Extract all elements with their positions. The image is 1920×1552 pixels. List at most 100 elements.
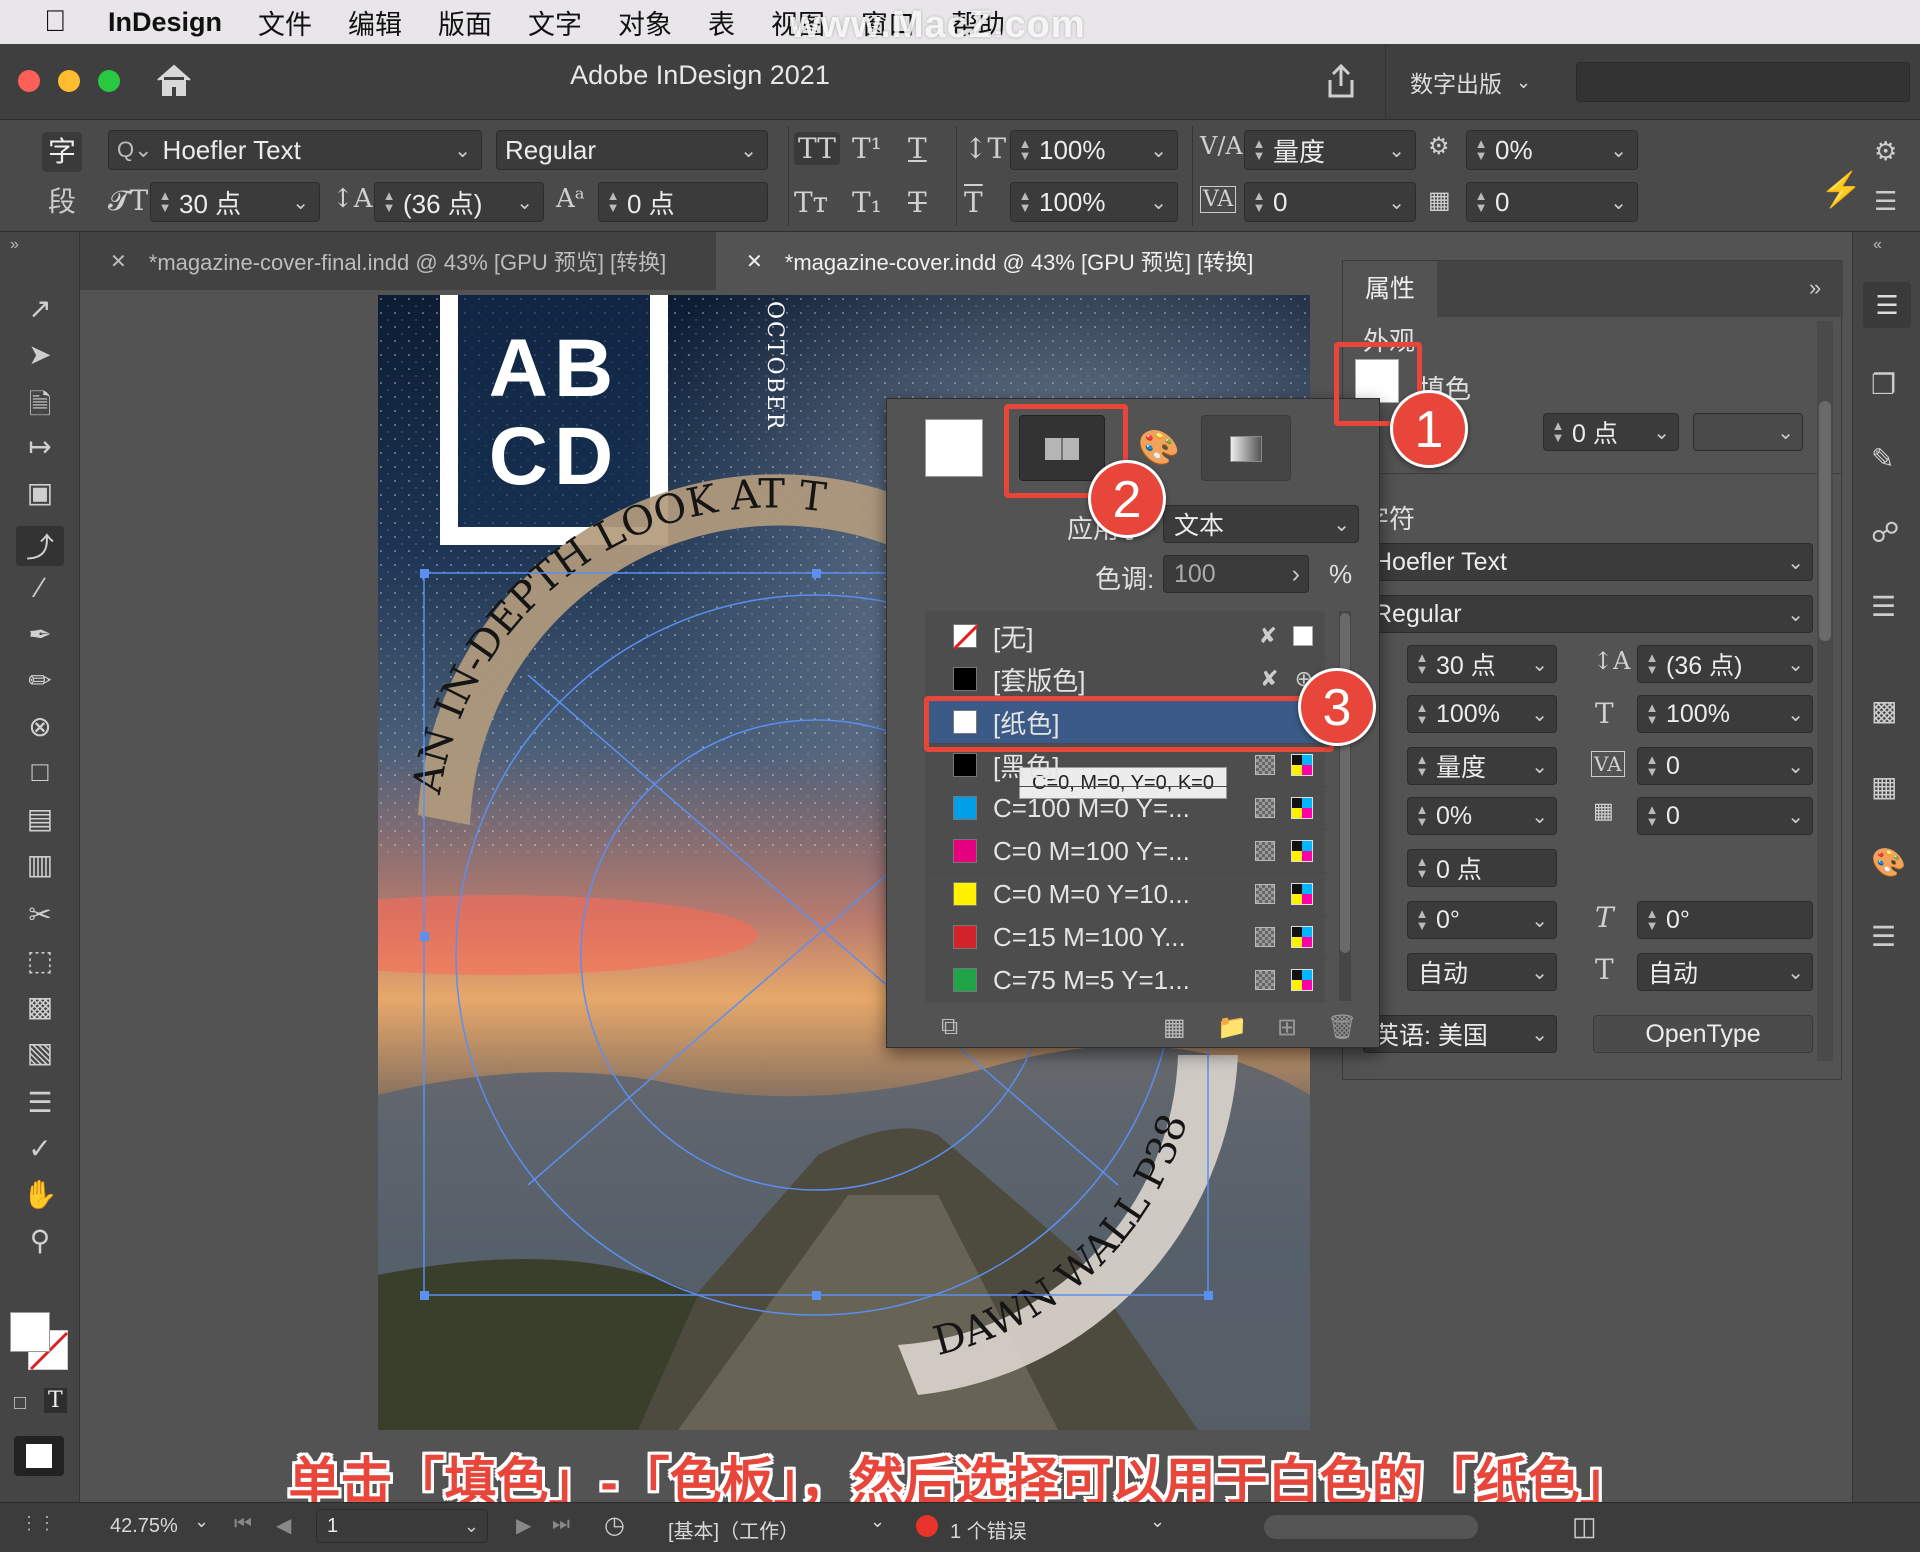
apple-menu-icon[interactable]:  <box>0 5 108 39</box>
baseline-shift-field[interactable]: ▲ ▼ 0 点 <box>598 182 768 222</box>
chevron-down-icon[interactable]: ⌄ <box>1787 602 1804 627</box>
stepper-icon[interactable]: ▲ ▼ <box>1408 694 1436 734</box>
chevron-down-icon[interactable]: ⌄ <box>1787 550 1804 575</box>
underline-icon[interactable]: T <box>908 132 927 165</box>
chevron-down-icon[interactable]: ⌄ <box>454 138 471 163</box>
chevron-right-icon[interactable]: › <box>1292 560 1300 589</box>
chevron-down-icon[interactable]: ⌄ <box>1150 1511 1165 1532</box>
split-layout-icon[interactable]: ◫ <box>1572 1511 1597 1542</box>
preflight-icon[interactable]: ◷ <box>604 1511 625 1540</box>
stepper-icon[interactable]: ▲ ▼ <box>1245 130 1273 170</box>
properties-panel-icon[interactable]: ☰ <box>1863 282 1911 328</box>
vertical-grid-tool-icon[interactable]: ▥ <box>16 848 64 888</box>
kerning-field[interactable]: ▲ ▼ 量度 ⌄ <box>1244 130 1416 170</box>
tint-field[interactable]: 100 › <box>1163 555 1309 593</box>
props-baseline-field[interactable]: ▲ ▼ 0 点 <box>1407 849 1557 887</box>
chevron-down-icon[interactable]: ⌄ <box>1150 138 1167 163</box>
menu-layout[interactable]: 版面 <box>438 3 492 42</box>
pencil-tool-icon[interactable]: ✏ <box>16 664 64 704</box>
workspace-switcher[interactable]: 数字出版 ⌄ <box>1385 44 1531 120</box>
rectangle-tool-icon[interactable]: □ <box>16 756 64 796</box>
line-tool-icon[interactable]: ∕ <box>16 572 64 612</box>
panel-scrollbar[interactable] <box>1817 321 1833 1061</box>
stroke-type-field[interactable]: ⌄ <box>1693 413 1803 451</box>
previous-page-icon[interactable]: ◀ <box>276 1513 291 1538</box>
content-collector-icon[interactable]: ▣ <box>16 476 64 516</box>
collapse-panel-icon[interactable]: » <box>1809 275 1821 301</box>
swatch-row[interactable]: [套版色] ✘ ⊕ <box>927 658 1327 701</box>
character-mode-button[interactable]: 字 <box>42 132 82 172</box>
stepper-icon[interactable]: ▲ ▼ <box>1467 182 1495 222</box>
opentype-button[interactable]: OpenType <box>1593 1015 1813 1053</box>
swatch-row[interactable]: C=75 M=5 Y=1... <box>927 959 1327 1002</box>
page-tool-icon[interactable]: 🗎 <box>16 384 64 424</box>
props-font-family-field[interactable]: Hoefler Text ⌄ <box>1363 543 1813 581</box>
pen-tool-icon[interactable]: ✒ <box>16 618 64 658</box>
stepper-icon[interactable]: ▲ ▼ <box>1467 130 1495 170</box>
props-tsume-field[interactable]: ▲ ▼ 0% ⌄ <box>1407 797 1557 835</box>
chevron-down-icon[interactable]: ⌄ <box>1531 804 1548 829</box>
chevron-down-icon[interactable]: ⌄ <box>1531 754 1548 779</box>
props-auto1-field[interactable]: 自动 ⌄ <box>1407 953 1557 991</box>
small-caps-icon[interactable]: Tт <box>794 186 828 219</box>
panel-menu-icon[interactable]: ☰ <box>1874 186 1897 217</box>
hand-tool-icon[interactable]: ✋ <box>16 1178 64 1218</box>
format-text-icon[interactable]: T <box>44 1388 67 1413</box>
stepper-icon[interactable]: ▲ ▼ <box>1408 746 1436 786</box>
stepper-icon[interactable]: ▲ ▼ <box>1245 182 1273 222</box>
menu-file[interactable]: 文件 <box>258 3 312 42</box>
last-page-icon[interactable]: ⏭ <box>552 1513 570 1536</box>
leading-field[interactable]: ▲ ▼ (36 点) ⌄ <box>374 182 544 222</box>
stepper-icon[interactable]: ▲ ▼ <box>1011 182 1039 222</box>
menu-app-name[interactable]: InDesign <box>108 7 222 38</box>
horizontal-scale-field[interactable]: ▲ ▼ 100% ⌄ <box>1010 182 1178 222</box>
tab-properties[interactable]: 属性 <box>1343 261 1437 317</box>
close-icon[interactable]: ✕ <box>746 249 763 274</box>
chevron-down-icon[interactable]: ⌄ <box>516 190 533 215</box>
chevron-down-icon[interactable]: ⌄ <box>1388 138 1405 163</box>
chevron-down-icon[interactable]: ⌄ <box>870 1511 885 1532</box>
horizontal-scrollbar[interactable] <box>1264 1515 1478 1539</box>
paragraph-mode-button[interactable]: 段 <box>42 182 82 222</box>
chevron-down-icon[interactable]: ⌄ <box>1531 1022 1548 1047</box>
props-kerning-field[interactable]: ▲ ▼ 量度 ⌄ <box>1407 747 1557 785</box>
tab-magazine-cover[interactable]: ✕ *magazine-cover.indd @ 43% [GPU 预览] [转… <box>716 232 1356 290</box>
swatch-row[interactable]: C=15 M=100 Y... <box>927 916 1327 959</box>
direct-selection-tool-icon[interactable]: ➤ <box>16 338 64 378</box>
chevron-down-icon[interactable]: ⌄ <box>1787 754 1804 779</box>
props-hscale-field[interactable]: ▲ ▼ 100% ⌄ <box>1637 695 1813 733</box>
horizontal-grid-tool-icon[interactable]: ▤ <box>16 802 64 842</box>
props-size-field[interactable]: ▲ ▼ 30 点 ⌄ <box>1407 645 1557 683</box>
selection-tool-icon[interactable]: ↗ <box>16 292 64 332</box>
free-transform-tool-icon[interactable]: ⬚ <box>16 944 64 984</box>
props-tracking-field[interactable]: ▲ ▼ 0 ⌄ <box>1637 747 1813 785</box>
stepper-icon[interactable]: ▲ ▼ <box>1638 746 1666 786</box>
strikethrough-icon[interactable]: T <box>908 186 927 219</box>
gradient-feather-tool-icon[interactable]: ▧ <box>16 1036 64 1076</box>
chevron-down-icon[interactable]: ⌄ <box>1531 702 1548 727</box>
font-family-field[interactable]: Q⌄ Hoefler Text ⌄ <box>108 130 482 170</box>
apply-to-select[interactable]: 文本 ⌄ <box>1163 505 1359 543</box>
cc-libraries-icon[interactable]: ✎ <box>1871 442 1894 475</box>
grid-spacing-field[interactable]: ▲ ▼ 0 ⌄ <box>1466 182 1638 222</box>
superscript-icon[interactable]: T¹ <box>852 132 882 165</box>
note-tool-icon[interactable]: ☰ <box>16 1086 64 1126</box>
props-rotate-field[interactable]: ▲ ▼ 0° ⌄ <box>1407 901 1557 939</box>
tsume-field[interactable]: ▲ ▼ 0% ⌄ <box>1466 130 1638 170</box>
delete-swatch-icon[interactable]: 🗑 <box>1327 1013 1357 1042</box>
stepper-icon[interactable]: ▲ ▼ <box>1638 796 1666 836</box>
swatch-row[interactable]: C=0 M=0 Y=10... <box>927 873 1327 916</box>
font-style-field[interactable]: Regular ⌄ <box>496 130 768 170</box>
next-page-icon[interactable]: ▶ <box>516 1513 531 1538</box>
stepper-icon[interactable]: ▲ ▼ <box>1638 644 1666 684</box>
chevron-down-icon[interactable]: ⌄ <box>194 1511 209 1532</box>
tracking-field[interactable]: ▲ ▼ 0 ⌄ <box>1244 182 1416 222</box>
layers-panel-icon[interactable]: ☰ <box>1871 590 1896 623</box>
page-number-field[interactable]: 1 ⌄ <box>316 1509 488 1543</box>
share-icon[interactable] <box>1322 62 1360 100</box>
chevron-down-icon[interactable]: ⌄ <box>1531 908 1548 933</box>
zoom-level[interactable]: 42.75% <box>110 1515 178 1538</box>
chevron-down-icon[interactable]: ⌄ <box>464 1516 479 1537</box>
chevron-down-icon[interactable]: ⌄ <box>740 138 757 163</box>
new-swatch-icon[interactable]: ⊞ <box>1277 1013 1297 1042</box>
